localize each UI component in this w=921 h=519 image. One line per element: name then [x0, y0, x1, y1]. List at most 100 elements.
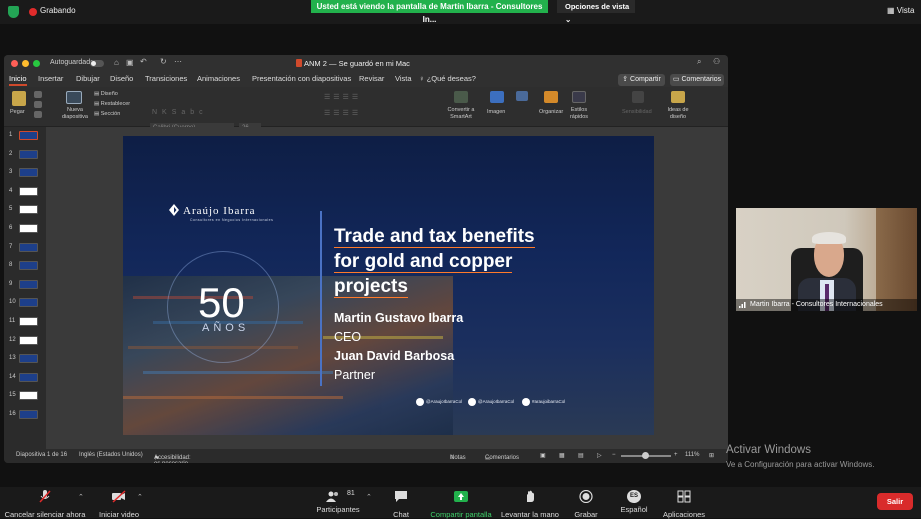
new-slide-icon[interactable]	[66, 91, 82, 104]
linkedin-handle-text: #araujoibarraCol	[532, 399, 566, 405]
slide-thumbnail[interactable]	[19, 391, 38, 401]
redo-icon[interactable]: ↻	[160, 57, 167, 66]
share-people-icon[interactable]: ⚇	[713, 57, 720, 66]
shapes-icon[interactable]	[516, 91, 528, 101]
arrange-icon[interactable]	[544, 91, 558, 103]
autosave-toggle[interactable]	[90, 60, 104, 67]
participants-button[interactable]: 81 Participantes	[310, 487, 366, 514]
view-button[interactable]: ▦ Vista	[887, 6, 914, 15]
paragraph-align-buttons[interactable]: ☰☰☰☰	[324, 109, 361, 117]
zoom-in-icon[interactable]: +	[674, 452, 678, 458]
language-label: Español	[620, 505, 648, 514]
reset-button[interactable]: ▤ Restablecer	[94, 101, 130, 107]
slide-thumbnail[interactable]	[19, 279, 38, 289]
participants-count: 81	[347, 490, 355, 497]
undo-icon[interactable]: ↶	[140, 57, 147, 66]
font-style-buttons[interactable]: NKSabc	[152, 109, 208, 116]
reading-view-icon[interactable]: ▤	[578, 452, 584, 459]
slide-thumbnail[interactable]	[19, 224, 38, 233]
slide-thumbnail[interactable]	[19, 317, 38, 326]
apps-button[interactable]: Aplicaciones	[660, 487, 708, 519]
slide-headline: Trade and tax benefits for gold and copp…	[334, 224, 574, 299]
tab-diseno[interactable]: Diseño	[110, 74, 133, 83]
current-slide[interactable]: Araújo Ibarra Consultores en Negocios In…	[123, 136, 654, 435]
slide-thumbnail[interactable]	[19, 131, 38, 140]
tell-me-search[interactable]: ♀ ¿Qué deseas?	[419, 74, 476, 83]
security-shield-icon[interactable]	[8, 6, 19, 18]
slide-thumbnail[interactable]	[19, 298, 38, 308]
slide-thumbnail[interactable]	[19, 335, 38, 345]
slide-thumbnail[interactable]	[19, 149, 38, 159]
chat-button[interactable]: Chat	[386, 487, 416, 519]
slide-thumbnail[interactable]	[19, 205, 38, 215]
home-icon[interactable]: ⌂	[114, 58, 119, 67]
sorter-view-icon[interactable]: ▦	[559, 452, 565, 459]
leave-button[interactable]: Salir	[877, 493, 913, 510]
view-options-button[interactable]: Opciones de vista ⌄	[557, 0, 635, 24]
tab-vista[interactable]: Vista	[395, 74, 412, 83]
zoom-slider-handle[interactable]	[642, 452, 649, 459]
paste-icon[interactable]	[12, 91, 26, 106]
share-button[interactable]: ⇪ Compartir	[618, 74, 665, 86]
more-icon[interactable]: ⋯	[174, 57, 182, 66]
search-icon[interactable]: ⌕	[697, 57, 701, 67]
raise-hand-button[interactable]: Levantar la mano	[499, 487, 561, 519]
slideshow-view-icon[interactable]: ▷	[597, 452, 602, 459]
tab-revisar[interactable]: Revisar	[359, 74, 384, 83]
normal-view-icon[interactable]: ▣	[540, 452, 546, 459]
mute-button[interactable]: Cancelar silenciar ahora	[4, 487, 86, 519]
twitter-icon	[468, 398, 476, 406]
slide-thumbnail[interactable]	[19, 186, 38, 196]
language-status[interactable]: Inglés (Estados Unidos)	[79, 452, 143, 458]
slide-thumbnails: 1 2 3 4 5 6 7 8 9 10 11 12 13 14 15 16	[4, 127, 46, 449]
copy-icon[interactable]	[34, 101, 42, 108]
minimize-window-button[interactable]	[22, 60, 29, 67]
chevron-up-icon[interactable]: ⌃	[366, 493, 372, 501]
tab-transiciones[interactable]: Transiciones	[145, 74, 187, 83]
zoom-out-icon[interactable]: −	[612, 452, 616, 458]
layout-button[interactable]: ▤ Diseño	[94, 91, 118, 97]
slide-thumbnail[interactable]	[19, 354, 38, 364]
share-screen-button[interactable]: Compartir pantalla	[428, 487, 494, 519]
slide-thumbnail[interactable]	[19, 372, 38, 382]
close-window-button[interactable]	[11, 60, 18, 67]
thumbnail-number: 15	[9, 392, 16, 399]
participant-name-bar: Martin Ibarra - Consultores Internaciona…	[736, 299, 917, 311]
design-ideas-icon[interactable]	[671, 91, 685, 103]
sensitivity-icon[interactable]	[632, 91, 644, 103]
zoom-control-bar: Cancelar silenciar ahora ⌃ Iniciar video…	[0, 487, 921, 519]
tab-insertar[interactable]: Insertar	[38, 74, 63, 83]
status-bar: Diapositiva 1 de 16 Inglés (Estados Unid…	[4, 449, 728, 463]
tab-animaciones[interactable]: Animaciones	[197, 74, 240, 83]
quick-styles-icon[interactable]	[572, 91, 586, 103]
format-painter-icon[interactable]	[34, 111, 42, 118]
start-video-button[interactable]: Iniciar video	[94, 487, 144, 519]
tab-presentacion[interactable]: Presentación con diapositivas	[252, 74, 351, 83]
image-icon[interactable]	[490, 91, 504, 103]
participant-video-tile[interactable]: Martin Ibarra - Consultores Internaciona…	[736, 208, 917, 311]
cut-icon[interactable]	[34, 91, 42, 98]
fit-slide-icon[interactable]: ⊞	[709, 452, 714, 459]
language-button[interactable]: ES Español	[618, 487, 650, 514]
tab-inicio[interactable]: Inicio	[9, 74, 27, 86]
slide-thumbnail[interactable]	[19, 242, 38, 252]
comments-button[interactable]: ▭ Comentarios	[670, 74, 724, 86]
microphone-muted-icon	[39, 490, 51, 503]
speaker-2-role: Partner	[334, 368, 375, 382]
smartart-icon[interactable]	[454, 91, 468, 103]
section-button[interactable]: ▤ Sección	[94, 111, 120, 117]
thumbnail-number: 8	[9, 262, 13, 269]
slide-thumbnail[interactable]	[19, 168, 38, 178]
save-icon[interactable]: ▣	[126, 58, 134, 67]
chevron-up-icon[interactable]: ⌃	[78, 493, 84, 501]
thumbnail-number: 9	[9, 280, 13, 287]
paragraph-list-buttons[interactable]: ☰☰☰☰	[324, 93, 361, 101]
slide-thumbnail[interactable]	[19, 410, 38, 419]
chevron-up-icon[interactable]: ⌃	[137, 493, 143, 501]
tab-dibujar[interactable]: Dibujar	[76, 74, 100, 83]
slide-thumbnail[interactable]	[19, 261, 38, 271]
thumbnail-number: 7	[9, 243, 13, 250]
anniversary-word: AÑOS	[202, 322, 250, 334]
maximize-window-button[interactable]	[33, 60, 40, 67]
record-button[interactable]: Grabar	[571, 487, 601, 519]
